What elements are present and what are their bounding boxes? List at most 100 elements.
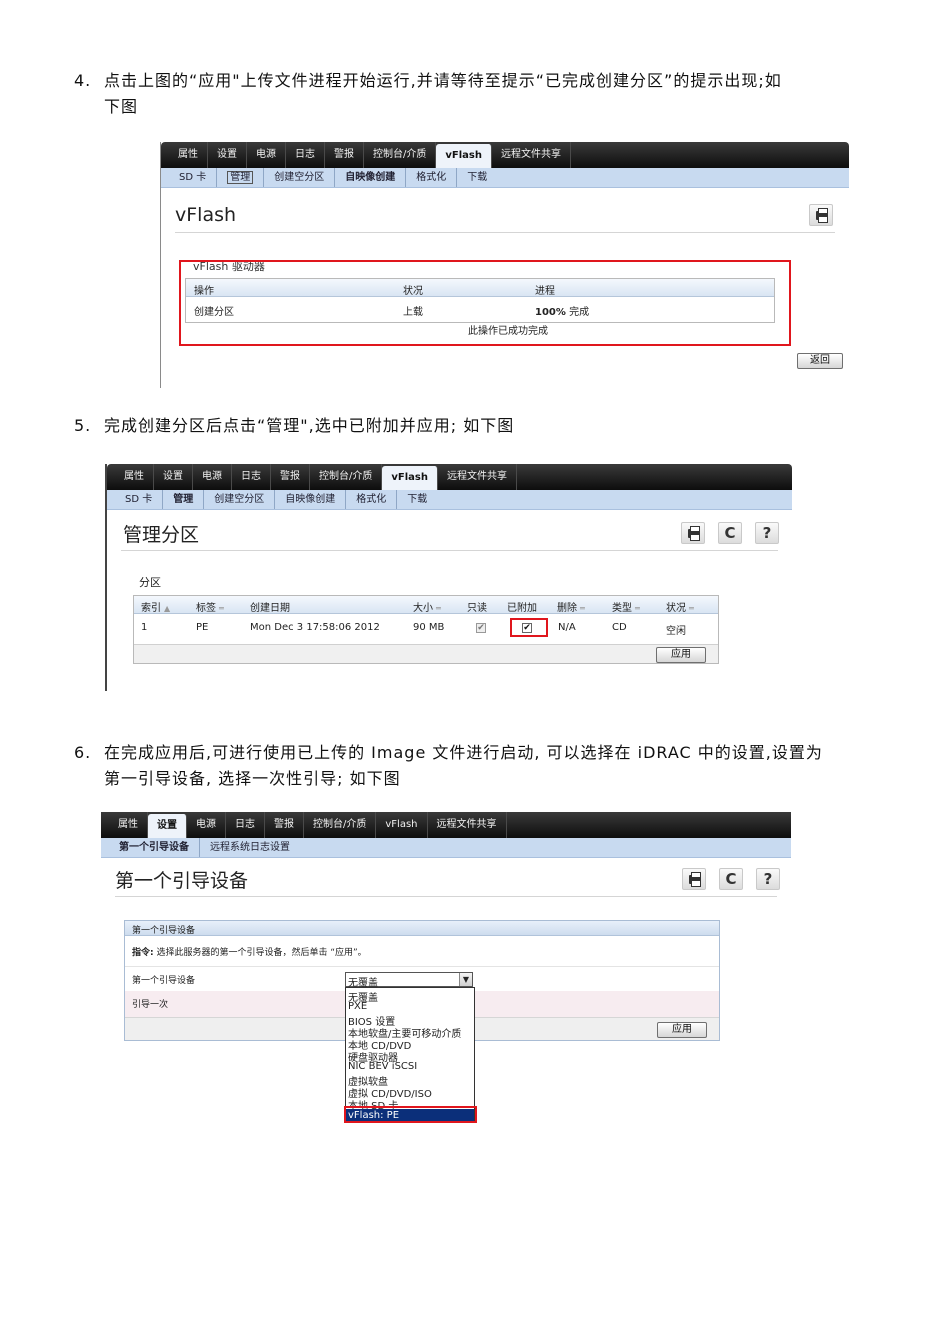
tab-properties[interactable]: 属性 [115,464,154,490]
tab-power[interactable]: 电源 [187,812,226,838]
highlight-box [344,1106,477,1123]
tab-settings[interactable]: 设置 [154,464,193,490]
tab-vflash[interactable]: vFlash [436,144,492,168]
first-boot-device-select[interactable]: 无覆盖 ▼ [345,972,473,989]
highlight-box [510,618,548,637]
table-footer [134,644,718,663]
title-divider [121,550,778,551]
tab-power[interactable]: 电源 [247,142,286,168]
col-delete[interactable]: 删除 ═ [557,599,585,614]
refresh-button[interactable]: C [718,522,742,544]
subtab-manage[interactable]: 管理 [163,490,205,509]
tab-console-media[interactable]: 控制台/介质 [364,142,437,168]
screenshot-vflash-create-status: 属性 设置 电源 日志 警报 控制台/介质 vFlash 远程文件共享 SD 卡… [160,142,849,388]
col-type[interactable]: 类型 ═ [612,599,640,614]
sub-tab-bar: SD 卡 管理 创建空分区 自映像创建 格式化 下载 [107,490,792,510]
refresh-button[interactable]: C [719,868,743,890]
cell-index: 1 [141,622,148,633]
subtab-create-from-image[interactable]: 自映像创建 [275,490,347,509]
subtab-create-empty-partition[interactable]: 创建空分区 [264,168,336,187]
sort-icon: ═ [689,604,694,613]
sort-icon: ═ [635,604,640,613]
boot-once-label: 引导一次 [132,1000,169,1010]
refresh-icon: C [725,870,737,888]
col-label[interactable]: 标签 ═ [196,599,224,614]
back-button[interactable]: 返回 [797,353,843,369]
read-only-checkbox: ✔ [476,623,486,633]
subtab-format[interactable]: 格式化 [406,168,458,187]
tab-properties[interactable]: 属性 [109,812,148,838]
tab-settings[interactable]: 设置 [208,142,247,168]
col-status[interactable]: 状况 ═ [666,599,694,614]
print-button[interactable] [682,868,706,890]
print-button[interactable] [681,522,705,544]
sub-tab-bar: 第一个引导设备 远程系统日志设置 [101,838,791,858]
tab-power[interactable]: 电源 [193,464,232,490]
tab-alerts[interactable]: 警报 [271,464,310,490]
cell-delete: N/A [558,622,576,633]
option-nic-bev-iscsi[interactable]: NIC BEV iSCSI [348,1061,417,1072]
help-button[interactable]: ? [755,522,779,544]
subtab-create-empty-partition[interactable]: 创建空分区 [204,490,276,509]
subtab-sd-card[interactable]: SD 卡 [115,490,164,509]
help-icon: ? [762,524,772,542]
tab-settings[interactable]: 设置 [148,814,187,838]
screenshot-first-boot-device: 属性 设置 电源 日志 警报 控制台/介质 vFlash 远程文件共享 第一个引… [101,812,791,1127]
printer-icon [816,208,828,223]
col-attached[interactable]: 已附加 [507,599,537,614]
subtab-remote-syslog[interactable]: 远程系统日志设置 [200,838,300,857]
sort-icon: ═ [436,604,441,613]
help-button[interactable]: ? [756,868,780,890]
chevron-down-icon[interactable]: ▼ [459,973,472,986]
tab-remote-file-share[interactable]: 远程文件共享 [492,142,571,168]
tab-vflash[interactable]: vFlash [376,812,428,838]
step-text-line1: 点击上图的“应用"上传文件进程开始运行,并请等待至提示“已完成创建分区”的提示出… [104,71,782,90]
sort-asc-icon: ▲ [164,604,171,613]
row-divider [125,966,719,967]
subtab-create-from-image[interactable]: 自映像创建 [335,168,407,187]
tab-alerts[interactable]: 警报 [265,812,304,838]
subtab-sd-card[interactable]: SD 卡 [169,168,218,187]
instruction-text: 指令: 选择此服务器的第一个引导设备，然后单击 “应用”。 [132,948,367,958]
step-number: 5. [74,416,92,435]
tab-logs[interactable]: 日志 [226,812,265,838]
title-divider [175,232,835,233]
main-tab-bar: 属性 设置 电源 日志 警报 控制台/介质 vFlash 远程文件共享 [161,142,849,168]
subtab-format[interactable]: 格式化 [346,490,398,509]
subtab-download[interactable]: 下载 [457,168,497,187]
tab-logs[interactable]: 日志 [286,142,325,168]
tab-logs[interactable]: 日志 [232,464,271,490]
apply-button[interactable]: 应用 [657,1022,707,1038]
print-button[interactable] [809,204,833,226]
step-text-line1: 完成创建分区后点击“管理",选中已附加并应用; 如下图 [104,416,515,435]
col-read-only[interactable]: 只读 [467,599,487,614]
tab-vflash[interactable]: vFlash [382,466,438,490]
tab-properties[interactable]: 属性 [169,142,208,168]
subtab-first-boot-device[interactable]: 第一个引导设备 [109,838,200,857]
col-index[interactable]: 索引 ▲ [141,599,170,614]
sub-tab-bar: SD 卡 管理 创建空分区 自映像创建 格式化 下载 [161,168,849,188]
tab-remote-file-share[interactable]: 远程文件共享 [438,464,517,490]
help-icon: ? [763,870,773,888]
step-text-line2: 第一引导设备, 选择一次性引导; 如下图 [104,769,401,788]
main-tab-bar: 属性 设置 电源 日志 警报 控制台/介质 vFlash 远程文件共享 [107,464,792,490]
tab-console-media[interactable]: 控制台/介质 [304,812,377,838]
subtab-download[interactable]: 下载 [397,490,437,509]
option-pxe[interactable]: PXE [348,1001,367,1012]
boot-device-dropdown: 无覆盖 PXE BIOS 设置 本地软盘/主要可移动介质 本地 CD/DVD 硬… [345,987,475,1122]
col-size[interactable]: 大小 ═ [413,599,441,614]
panel-title: 第一个引导设备 [132,926,196,936]
tab-alerts[interactable]: 警报 [325,142,364,168]
sort-icon: ═ [219,604,224,613]
subtab-manage[interactable]: 管理 [217,168,265,187]
step-number: 4. [74,71,92,90]
apply-button[interactable]: 应用 [656,647,706,663]
page-title: vFlash [175,204,237,226]
col-create-date[interactable]: 创建日期 [250,599,290,614]
step-text-line2: 下图 [104,97,139,116]
tab-remote-file-share[interactable]: 远程文件共享 [428,812,507,838]
tab-console-media[interactable]: 控制台/介质 [310,464,383,490]
sort-icon: ═ [580,604,585,613]
step-text-line1: 在完成应用后,可进行使用已上传的 Image 文件进行启动, 可以选择在 iDR… [104,743,823,762]
section-title: 分区 [139,576,161,589]
